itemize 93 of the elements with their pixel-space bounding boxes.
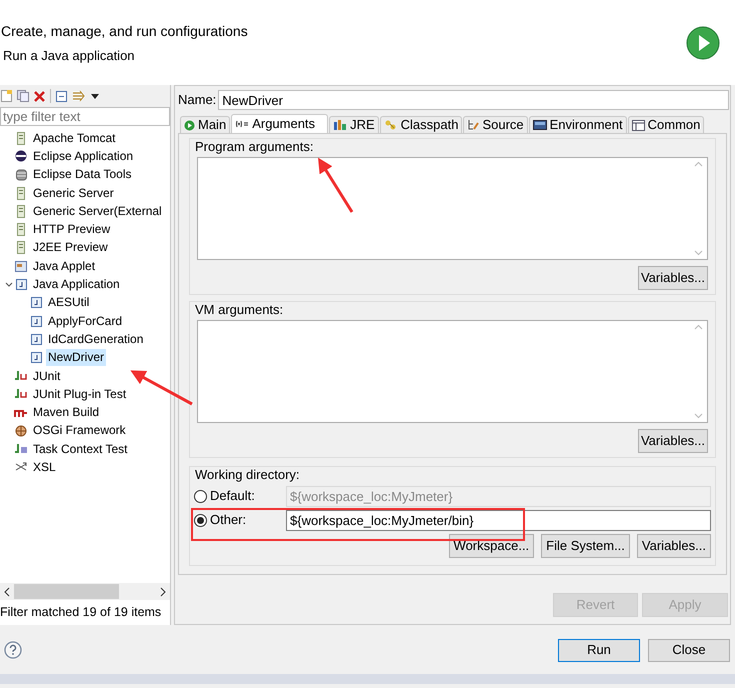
header-title: Create, manage, and run configurations [1,22,248,41]
help-icon[interactable] [4,641,22,659]
directory-field[interactable]: ${workspace_loc:MyJmeter/bin} [286,510,711,530]
tree-item[interactable]: HTTP Preview [31,221,112,238]
delete-icon[interactable] [34,90,45,102]
scroll-right-icon[interactable] [159,586,167,596]
tree-item[interactable]: Java Application [31,276,122,294]
junit-icon [14,370,28,382]
scroll-up-icon[interactable] [694,161,703,167]
eclipse-icon [15,150,27,162]
tree-item[interactable]: Task Context Test [31,440,130,458]
tab[interactable]: Main [180,116,230,133]
server-icon [17,241,25,254]
server-icon [17,132,25,145]
scroll-up-icon[interactable] [694,324,703,330]
variable-icon [235,120,250,128]
directory-button[interactable]: File System... [541,534,630,558]
filter-icon[interactable] [72,90,86,102]
new-config-icon[interactable] [1,90,12,102]
tree-item[interactable]: Apache Tomcat [31,130,118,147]
filter-field[interactable]: type filter text [0,107,170,126]
server-icon [17,223,25,236]
tab[interactable]: Source [463,116,528,133]
xsl-icon [15,462,27,472]
group-label: VM arguments: [194,301,284,319]
filter-status: Filter matched 19 of 19 items [0,604,162,621]
maven-icon [14,408,28,418]
duplicate-icon[interactable] [17,90,29,102]
radio-button[interactable] [194,490,207,502]
junit-icon [14,388,28,400]
tree-item[interactable]: Eclipse Application [31,148,136,165]
tree-item[interactable]: IdCardGeneration [46,330,146,348]
group-label: Working directory: [194,466,301,484]
tree-item[interactable]: AESUtil [46,294,92,312]
annotation-arrow [130,370,193,406]
java-file-icon [30,316,42,327]
tree-item[interactable]: ApplyForCard [46,312,124,330]
play-circle-icon [184,120,195,130]
tree-item[interactable]: Generic Server [31,184,116,202]
directory-button[interactable]: Variables... [636,534,711,558]
name-label: Name: [178,91,216,110]
dialog-button[interactable]: Run [558,638,640,662]
scroll-left-icon[interactable] [3,586,11,596]
tree-item[interactable]: Eclipse Data Tools [31,166,134,184]
scrollbar-thumb[interactable] [14,584,119,599]
tree-item[interactable]: Generic Server(External [31,202,164,220]
collapse-all-icon[interactable] [56,90,67,102]
osgi-icon [15,424,27,437]
tree-item[interactable]: JUnit [31,368,62,384]
header-description: Run a Java application [3,47,135,65]
tree-item[interactable]: J2EE Preview [31,239,110,256]
run-icon [686,26,720,60]
server-icon [17,186,25,200]
database-icon [16,168,26,181]
directory-button[interactable]: Workspace... [448,534,534,558]
tab[interactable]: Common [628,116,704,133]
dialog-button[interactable]: Close [648,638,730,662]
table-icon [632,120,645,130]
tree-item[interactable]: XSL [31,458,58,476]
task-test-icon [14,443,28,456]
annotation-arrow [318,158,354,213]
server-icon [17,204,25,218]
radio-button[interactable] [194,514,207,526]
monitor-icon [532,120,547,130]
books-icon [333,119,348,131]
tree-item[interactable]: Java Applet [31,258,98,275]
tree-item[interactable]: OSGi Framework [31,422,128,440]
name-field[interactable]: NewDriver [218,90,729,110]
radio-label[interactable]: Default: [210,486,283,506]
keys-icon [384,119,398,131]
arguments-field[interactable] [197,320,708,423]
tree-item[interactable]: Maven Build [31,404,102,422]
tab[interactable]: Environment [528,116,627,133]
horizontal-scrollbar[interactable] [0,583,170,600]
tab[interactable]: Classpath [380,116,462,133]
scroll-down-icon[interactable] [694,413,703,419]
java-file-icon [16,279,26,290]
dropdown-icon[interactable] [91,94,99,98]
scroll-down-icon[interactable] [694,250,703,256]
tree-item[interactable]: JUnit Plug-in Test [31,386,128,403]
tree-item[interactable]: NewDriver [46,349,106,366]
group-label: Program arguments: [194,138,314,156]
tab[interactable]: Arguments [231,114,328,133]
java-file-icon [30,334,42,345]
java-file-icon [30,352,42,364]
radio-label[interactable]: Other: [210,510,283,530]
source-tree-icon [467,119,480,131]
variables-button[interactable]: Variables... [638,429,708,453]
variables-button[interactable]: Variables... [638,266,708,290]
java-file-icon [30,297,42,308]
arguments-field[interactable] [197,157,708,260]
applet-icon [15,260,27,272]
tab[interactable]: JRE [329,116,379,133]
